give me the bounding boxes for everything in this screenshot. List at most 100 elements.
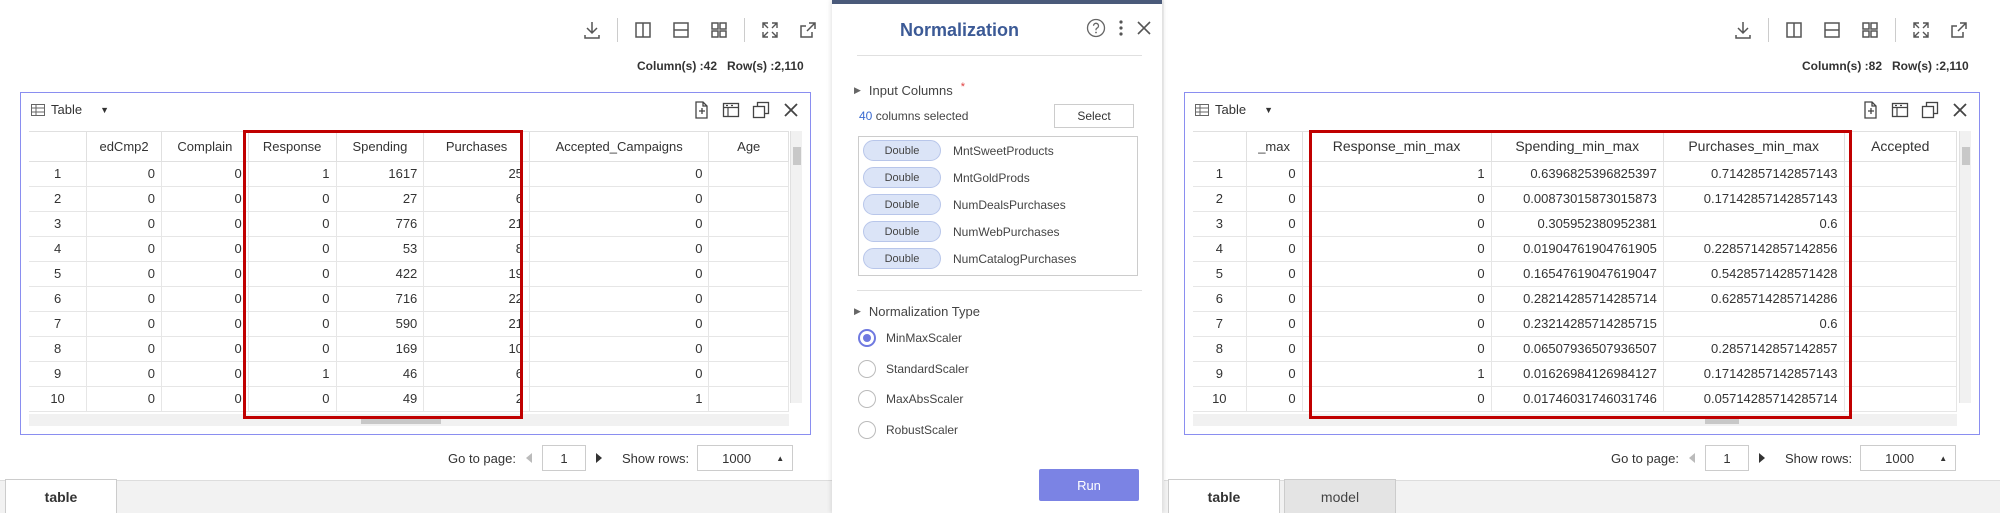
columns-selected-summary: 40 columns selected xyxy=(859,109,968,123)
column-header[interactable]: Age xyxy=(708,132,789,162)
horizontal-scrollbar[interactable] xyxy=(29,414,789,426)
column-header[interactable]: Spending_min_max xyxy=(1491,132,1664,162)
column-header[interactable]: Purchases_min_max xyxy=(1663,132,1845,162)
tab-model[interactable]: model xyxy=(1284,479,1396,513)
table-cell: 0 xyxy=(86,261,162,287)
list-item[interactable]: Double MntSweetProducts xyxy=(859,137,1137,164)
table-row[interactable]: 8 0 0 0 169 10 0 xyxy=(29,336,789,362)
table-row[interactable]: 4 0 0 0.01904761904761905 0.2285714285714285… xyxy=(1193,236,1957,262)
list-item[interactable]: Double NumWebPurchases xyxy=(859,218,1137,245)
column-header[interactable]: edCmp2 xyxy=(86,132,162,162)
option-maxabsscaler[interactable]: MaxAbsScaler xyxy=(858,390,963,408)
table-row[interactable]: 9 0 1 0.01626984126984127 0.1714285714285714… xyxy=(1193,361,1957,387)
radio-button[interactable] xyxy=(858,360,876,378)
normalization-type-section[interactable]: ▶ Normalization Type xyxy=(854,304,980,319)
split-columns-icon[interactable] xyxy=(624,18,662,42)
list-item[interactable]: Double NumDealsPurchases xyxy=(859,191,1137,218)
list-item[interactable]: Double MntGoldProds xyxy=(859,164,1137,191)
input-columns-section[interactable]: ▶ Input Columns * xyxy=(854,81,965,99)
radio-button[interactable] xyxy=(858,421,876,439)
run-button[interactable]: Run xyxy=(1039,469,1139,501)
close-icon[interactable] xyxy=(780,99,802,121)
download-icon[interactable] xyxy=(1724,18,1762,42)
normalization-panel: Normalization ▶ Input Columns * 40 column… xyxy=(832,0,1162,513)
close-icon[interactable] xyxy=(1136,20,1152,39)
table-row[interactable]: 1 0 0 1 1617 25 0 xyxy=(29,161,789,187)
vertical-scrollbar[interactable] xyxy=(790,131,802,403)
expand-icon[interactable] xyxy=(1902,18,1940,42)
table-panel-title[interactable]: Table ▼ xyxy=(31,102,109,117)
column-header[interactable]: Response xyxy=(248,132,337,162)
tab-table[interactable]: table xyxy=(1168,479,1280,513)
radio-button[interactable] xyxy=(858,329,876,347)
table-row[interactable]: 8 0 0 0.06507936507936507 0.2857142857142857 xyxy=(1193,336,1957,362)
column-header[interactable]: _max xyxy=(1246,132,1303,162)
page-input[interactable]: 1 xyxy=(541,445,586,471)
copy-icon[interactable] xyxy=(1919,99,1941,121)
data-type-badge: Double xyxy=(863,248,941,269)
close-icon[interactable] xyxy=(1949,99,1971,121)
expand-icon[interactable] xyxy=(751,18,789,42)
copy-icon[interactable] xyxy=(750,99,772,121)
rows-per-page-select[interactable]: 1000 ▲ xyxy=(1860,445,1957,471)
option-minmaxscaler[interactable]: MinMaxScaler xyxy=(858,329,962,347)
column-header[interactable]: Spending xyxy=(336,132,425,162)
table-row[interactable]: 4 0 0 0 53 8 0 xyxy=(29,236,789,262)
table-row[interactable]: 7 0 0 0.23214285714285715 0.6 xyxy=(1193,311,1957,337)
help-icon[interactable] xyxy=(1086,18,1106,41)
column-settings-icon[interactable] xyxy=(1889,99,1911,121)
prev-page-icon[interactable] xyxy=(1688,453,1695,463)
open-external-icon[interactable] xyxy=(1940,18,1978,42)
column-header[interactable]: Purchases xyxy=(423,132,530,162)
table-row[interactable]: 2 0 0 0 27 6 0 xyxy=(29,186,789,212)
option-standardscaler[interactable]: StandardScaler xyxy=(858,360,969,378)
page-input[interactable]: 1 xyxy=(1704,445,1749,471)
open-external-icon[interactable] xyxy=(789,18,827,42)
option-robustscaler[interactable]: RobustScaler xyxy=(858,421,958,439)
column-header[interactable]: Accepted xyxy=(1844,132,1957,162)
select-columns-button[interactable]: Select xyxy=(1054,104,1134,128)
table-row[interactable]: 7 0 0 0 590 21 0 xyxy=(29,311,789,337)
split-columns-icon[interactable] xyxy=(1775,18,1813,42)
column-header[interactable]: Accepted_Campaigns xyxy=(529,132,710,162)
list-item[interactable]: Double NumCatalogPurchases xyxy=(859,245,1137,272)
export-file-icon[interactable] xyxy=(1859,99,1881,121)
download-icon[interactable] xyxy=(573,18,611,42)
prev-page-icon[interactable] xyxy=(525,453,532,463)
column-header[interactable]: Complain xyxy=(161,132,249,162)
table-row[interactable]: 9 0 0 1 46 6 0 xyxy=(29,361,789,387)
tab-table[interactable]: table xyxy=(5,479,117,513)
column-settings-icon[interactable] xyxy=(720,99,742,121)
rows-per-page-select[interactable]: 1000 ▲ xyxy=(697,445,794,471)
table-row[interactable]: 1 0 1 0.6396825396825397 0.7142857142857143 xyxy=(1193,161,1957,187)
table-cell: 0.7142857142857143 xyxy=(1663,161,1845,187)
radio-button[interactable] xyxy=(858,390,876,408)
table-row[interactable]: 6 0 0 0 716 22 0 xyxy=(29,286,789,312)
table-row[interactable]: 3 0 0 0 776 21 0 xyxy=(29,211,789,237)
selected-columns-list[interactable]: Double MntSweetProducts Double MntGoldProds… xyxy=(858,136,1138,276)
grid-layout-icon[interactable] xyxy=(700,18,738,42)
chevron-down-icon[interactable]: ▼ xyxy=(1264,105,1273,115)
table-row[interactable]: 5 0 0 0.16547619047619047 0.5428571428571428 xyxy=(1193,261,1957,287)
table-row[interactable]: 5 0 0 0 422 19 0 xyxy=(29,261,789,287)
table-row[interactable]: 10 0 0 0 49 2 1 xyxy=(29,386,789,412)
split-rows-icon[interactable] xyxy=(662,18,700,42)
table-cell: 0 xyxy=(248,336,337,362)
chevron-down-icon[interactable]: ▼ xyxy=(100,105,109,115)
next-page-icon[interactable] xyxy=(1758,453,1765,463)
next-page-icon[interactable] xyxy=(595,453,602,463)
grid-layout-icon[interactable] xyxy=(1851,18,1889,42)
vertical-scrollbar[interactable] xyxy=(1959,131,1971,403)
table-row[interactable]: 10 0 0 0.01746031746031746 0.057142857142857… xyxy=(1193,386,1957,412)
table-row[interactable]: 3 0 0 0.305952380952381 0.6 xyxy=(1193,211,1957,237)
table-row[interactable]: 2 0 0 0.00873015873015873 0.1714285714285714… xyxy=(1193,186,1957,212)
table-cell: 0.00873015873015873 xyxy=(1491,186,1664,212)
export-file-icon[interactable] xyxy=(690,99,712,121)
table-cell: 0 xyxy=(1302,211,1492,237)
column-header[interactable]: Response_min_max xyxy=(1302,132,1492,162)
horizontal-scrollbar[interactable] xyxy=(1193,414,1957,426)
table-panel-title[interactable]: Table ▼ xyxy=(1195,102,1273,117)
split-rows-icon[interactable] xyxy=(1813,18,1851,42)
table-row[interactable]: 6 0 0 0.28214285714285714 0.6285714285714286 xyxy=(1193,286,1957,312)
more-options-icon[interactable] xyxy=(1118,19,1124,40)
